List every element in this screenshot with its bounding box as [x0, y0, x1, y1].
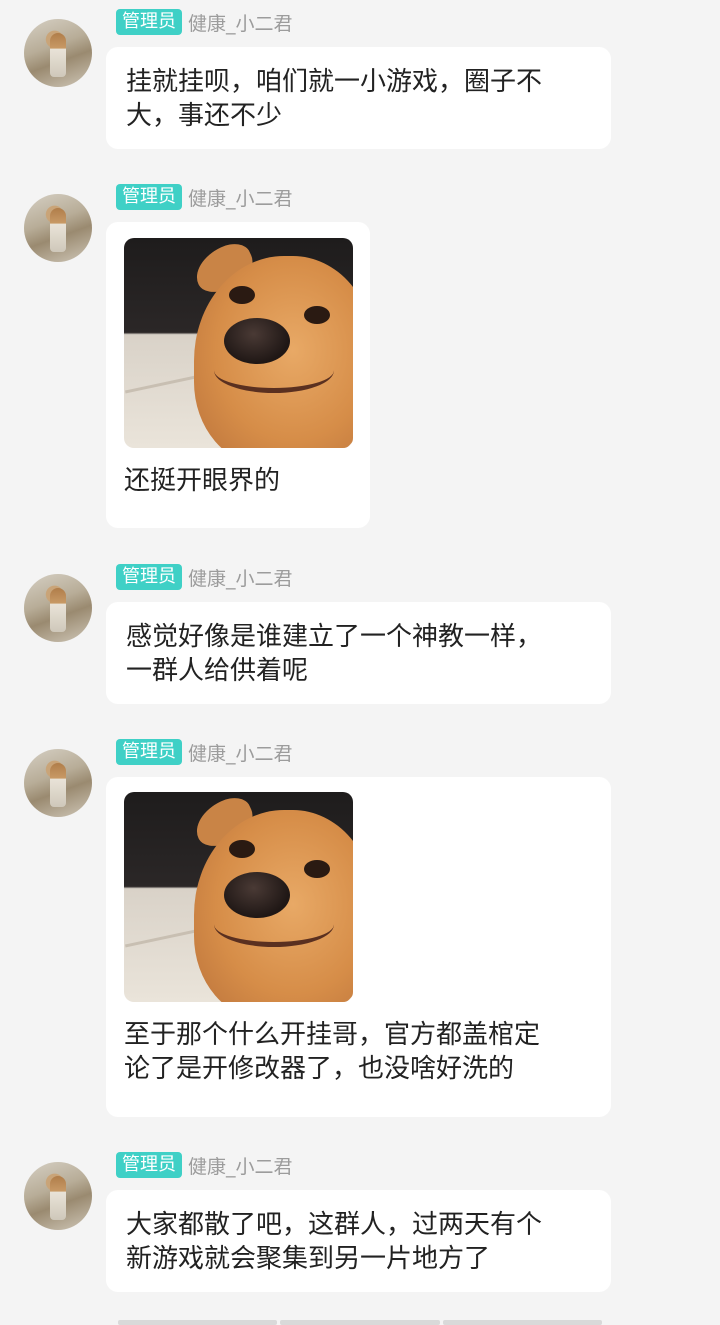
admin-badge: 管理员	[116, 564, 182, 590]
message-meta: 管理员 健康_小二君	[116, 9, 293, 35]
message-meta: 管理员 健康_小二君	[116, 564, 293, 590]
message-bubble[interactable]: 挂就挂呗，咱们就一小游戏，圈子不 大，事还不少	[106, 47, 611, 149]
avatar[interactable]	[24, 574, 92, 642]
avatar[interactable]	[24, 749, 92, 817]
message-text: 挂就挂呗，咱们就一小游戏，圈子不 大，事还不少	[126, 67, 543, 131]
admin-badge: 管理员	[116, 184, 182, 210]
message-meta: 管理员 健康_小二君	[116, 184, 293, 210]
dog-sticker-image[interactable]	[124, 238, 353, 448]
message-text: 还挺开眼界的	[124, 466, 281, 496]
avatar[interactable]	[24, 19, 92, 87]
username[interactable]: 健康_小二君	[188, 1152, 293, 1179]
message-bubble[interactable]: 感觉好像是谁建立了一个神教一样， 一群人给供着呢	[106, 602, 611, 704]
message-text: 至于那个什么开挂哥，官方都盖棺定 论了是开修改器了，也没啥好洗的	[124, 1020, 541, 1084]
username[interactable]: 健康_小二君	[188, 739, 293, 766]
message-bubble[interactable]: 至于那个什么开挂哥，官方都盖棺定 论了是开修改器了，也没啥好洗的	[106, 777, 611, 1117]
message-meta: 管理员 健康_小二君	[116, 1152, 293, 1178]
username[interactable]: 健康_小二君	[188, 564, 293, 591]
admin-badge: 管理员	[116, 1152, 182, 1178]
message-text: 感觉好像是谁建立了一个神教一样， 一群人给供着呢	[126, 622, 543, 686]
admin-badge: 管理员	[116, 739, 182, 765]
message-meta: 管理员 健康_小二君	[116, 739, 293, 765]
avatar[interactable]	[24, 1162, 92, 1230]
avatar[interactable]	[24, 194, 92, 262]
username[interactable]: 健康_小二君	[188, 9, 293, 36]
admin-badge: 管理员	[116, 9, 182, 35]
dog-sticker-image[interactable]	[124, 792, 353, 1002]
username[interactable]: 健康_小二君	[188, 184, 293, 211]
message-bubble[interactable]: 还挺开眼界的	[106, 222, 370, 528]
message-text: 大家都散了吧，这群人，过两天有个 新游戏就会聚集到另一片地方了	[126, 1210, 543, 1274]
bottom-toolbar-edge	[118, 1320, 602, 1325]
message-bubble[interactable]: 大家都散了吧，这群人，过两天有个 新游戏就会聚集到另一片地方了	[106, 1190, 611, 1292]
